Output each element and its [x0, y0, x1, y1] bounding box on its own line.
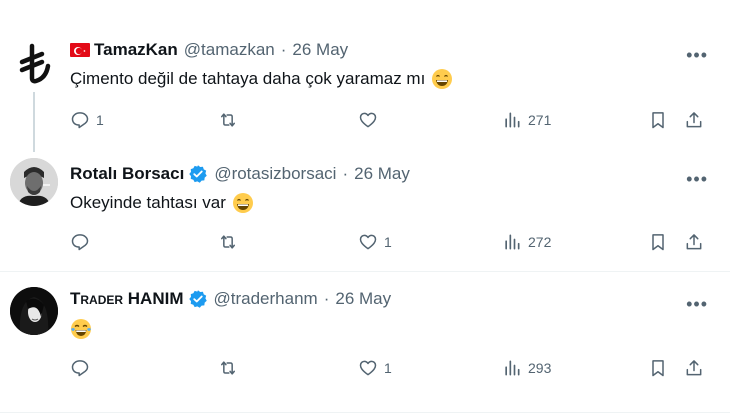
tweet-actions: 1 293: [70, 358, 710, 382]
tweet-date[interactable]: 26 May: [335, 289, 391, 309]
retweet-icon: [221, 361, 235, 375]
avatar-trader-hanim[interactable]: [10, 287, 58, 335]
tweet-text-row: [70, 318, 92, 340]
like-button[interactable]: 1: [358, 358, 392, 378]
share-icon: [686, 360, 702, 376]
views-button[interactable]: 293: [502, 358, 551, 378]
reply-button[interactable]: [70, 358, 96, 378]
analytics-icon: [505, 360, 520, 376]
tears-of-joy-emoji-icon: [71, 319, 91, 339]
reply-icon: [71, 360, 89, 377]
like-count: 1: [384, 360, 392, 376]
dot-separator: ·: [323, 289, 330, 308]
more-options-icon[interactable]: •••: [686, 295, 708, 313]
retweet-button[interactable]: [218, 358, 244, 378]
tweet-header: Trader HANIM @traderhanm · 26 May: [70, 288, 391, 310]
bookmark-icon: [652, 360, 664, 377]
bookmark-button[interactable]: [648, 358, 668, 378]
user-handle[interactable]: @traderhanm: [214, 289, 318, 309]
share-button[interactable]: [684, 358, 704, 378]
woman-portrait-image: [10, 287, 58, 335]
heart-icon: [359, 360, 377, 376]
tweet-separator: [0, 412, 730, 413]
verified-badge-icon: [188, 290, 207, 308]
tweet-3[interactable]: Trader HANIM @traderhanm · 26 May ••• 1: [0, 0, 730, 420]
view-count: 293: [528, 360, 552, 376]
display-name[interactable]: Trader HANIM: [70, 289, 184, 309]
